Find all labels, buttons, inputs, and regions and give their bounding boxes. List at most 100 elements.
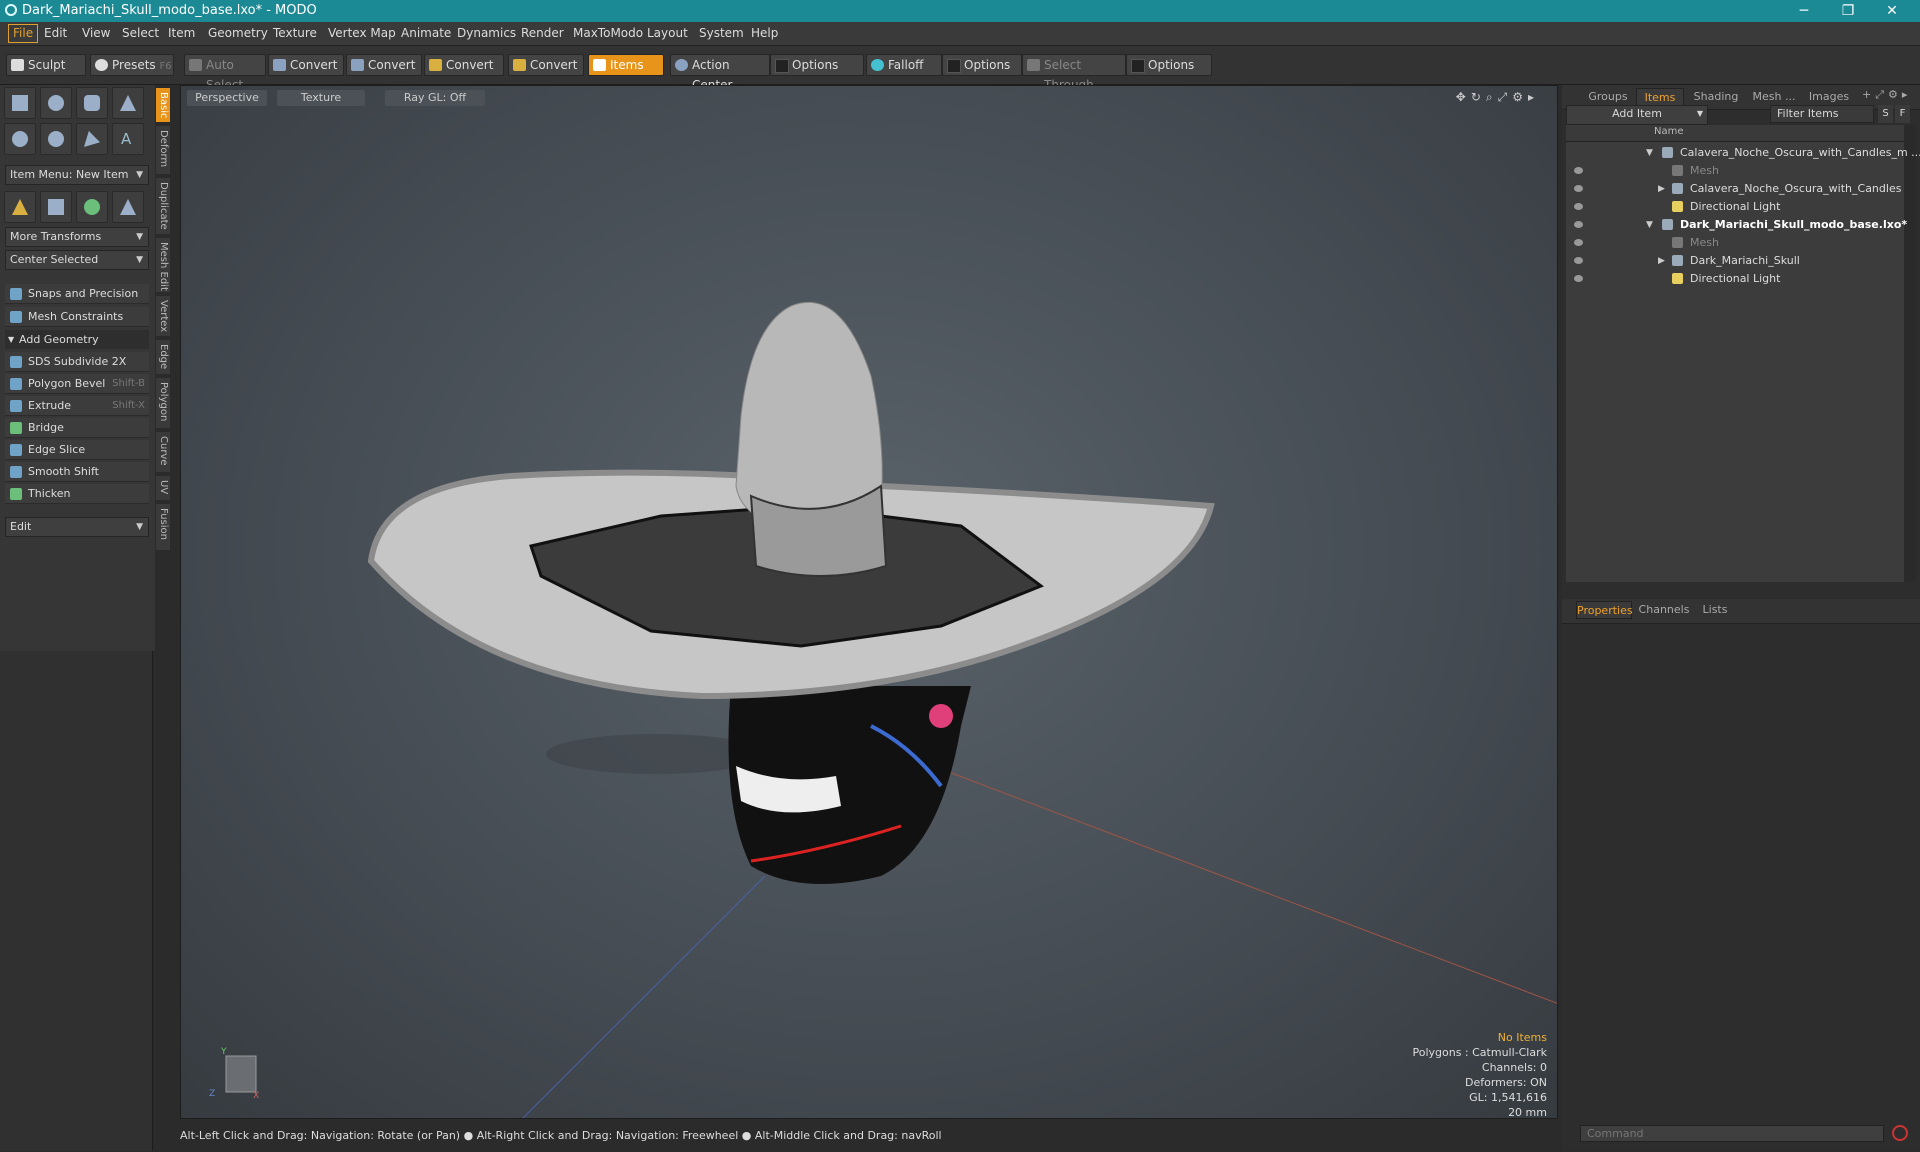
options-checkbox[interactable] [1131,59,1145,73]
select-through-button[interactable]: Select Through [1022,54,1126,92]
tab-mesh[interactable]: Mesh ... [1748,88,1800,106]
falloff-button[interactable]: Falloff [866,54,942,76]
tab-properties[interactable]: Properties [1576,601,1633,619]
options-checkbox[interactable] [775,59,789,73]
options-button-1[interactable]: Options [770,54,864,76]
command-input[interactable] [1580,1125,1884,1142]
pen-icon[interactable] [76,123,108,155]
menu-geometry[interactable]: Geometry [208,26,268,40]
tree-row[interactable]: Mesh [1566,162,1904,180]
item-menu-dropdown[interactable]: Item Menu: New Item ▼ [5,165,149,185]
tool-edge-slice[interactable]: Edge Slice [5,440,149,460]
options-checkbox[interactable] [947,59,961,73]
vtab-deform[interactable]: Deform [155,125,171,175]
vtab-edge[interactable]: Edge [155,339,171,375]
eye-icon[interactable] [1574,167,1583,174]
cube-icon[interactable] [4,87,36,119]
filter-items-input[interactable]: Filter Items [1770,105,1874,123]
tool-thicken[interactable]: Thicken [5,484,149,504]
vtab-polygon[interactable]: Polygon [155,377,171,429]
vtab-curve[interactable]: Curve [155,431,171,473]
menu-vertex-map[interactable]: Vertex Map [328,26,396,40]
tree-row[interactable]: Directional Light [1566,270,1904,288]
menu-system[interactable]: System [699,26,744,40]
pyramid-icon[interactable] [112,191,144,223]
capsule-icon[interactable] [40,123,72,155]
close-button[interactable]: ✕ [1870,0,1914,22]
menu-select[interactable]: Select [122,26,159,40]
more-transforms-dropdown[interactable]: More Transforms ▼ [5,227,149,247]
tree-scrollbar[interactable] [1904,125,1916,582]
menu-help[interactable]: Help [751,26,778,40]
3d-viewport[interactable]: Perspective Texture Ray GL: Off ✥↻⌕⤢⚙▸ Y… [180,85,1558,1119]
eye-icon[interactable] [1574,275,1583,282]
tool-bridge[interactable]: Bridge [5,418,149,438]
convert-button-3[interactable]: Convert [424,54,504,76]
vtab-duplicate[interactable]: Duplicate [155,177,171,235]
add-item-dropdown[interactable]: Add Item ▼ [1566,105,1708,125]
sculpt-button[interactable]: Sculpt [6,54,86,76]
sphere-icon[interactable] [40,87,72,119]
eye-icon[interactable] [1574,239,1583,246]
center-selected-dropdown[interactable]: Center Selected ▼ [5,250,149,270]
options-button-3[interactable]: Options [1126,54,1212,76]
record-icon[interactable] [1892,1125,1908,1141]
tree-row[interactable]: ▼ Calavera_Noche_Oscura_with_Candles_m ..… [1566,144,1920,162]
cone-icon[interactable] [112,87,144,119]
globe-icon[interactable] [76,191,108,223]
vtab-basic[interactable]: Basic [155,87,171,123]
items-mode-button[interactable]: Items [588,54,664,76]
transform-icon[interactable] [4,191,36,223]
eye-icon[interactable] [1574,203,1583,210]
presets-button[interactable]: Presets F6 [90,54,174,76]
menu-render[interactable]: Render [521,26,564,40]
maximize-button[interactable]: ❐ [1826,0,1870,22]
tree-row[interactable]: ▼ Dark_Mariachi_Skull_modo_base.lxo* [1566,216,1907,234]
convert-button-1[interactable]: Convert [268,54,344,76]
snaps-precision-button[interactable]: Snaps and Precision [5,284,149,304]
torus-icon[interactable] [4,123,36,155]
edit-dropdown[interactable]: Edit ▼ [5,517,149,537]
tree-row[interactable]: ▶ Dark_Mariachi_Skull [1566,252,1904,270]
tab-channels[interactable]: Channels [1636,601,1692,619]
menu-dynamics[interactable]: Dynamics [457,26,516,40]
menu-maxtomodo[interactable]: MaxToModo [573,26,643,40]
tool-smooth-shift[interactable]: Smooth Shift [5,462,149,482]
tool-sds-subdivide[interactable]: SDS Subdivide 2X [5,352,149,372]
mesh-constraints-button[interactable]: Mesh Constraints [5,307,149,327]
menu-animate[interactable]: Animate [401,26,451,40]
tree-row[interactable]: ▶ Calavera_Noche_Oscura_with_Candles [1566,180,1904,198]
menu-view[interactable]: View [82,26,110,40]
minimize-button[interactable]: ─ [1782,0,1826,22]
s-button[interactable]: S [1878,105,1893,123]
tool-polygon-bevel[interactable]: Polygon Bevel Shift-B [5,374,149,394]
tab-lists[interactable]: Lists [1694,601,1736,619]
menu-item[interactable]: Item [168,26,195,40]
menu-file[interactable]: File [8,24,39,43]
vtab-uv[interactable]: UV [155,475,171,501]
convert-button-4[interactable]: Convert [508,54,584,76]
auto-select-button[interactable]: Auto Select [184,54,266,92]
convert-button-2[interactable]: Convert [346,54,422,76]
menu-texture[interactable]: Texture [273,26,317,40]
tab-shading[interactable]: Shading [1688,88,1744,106]
eye-icon[interactable] [1574,257,1583,264]
panel-controls-icons[interactable]: +⤢⚙▸ [1862,88,1911,102]
eye-icon[interactable] [1574,185,1583,192]
vtab-fusion[interactable]: Fusion [155,503,171,551]
tab-groups[interactable]: Groups [1584,88,1632,106]
f-button[interactable]: F [1895,105,1910,123]
tab-images[interactable]: Images [1804,88,1854,106]
vtab-mesh-edit[interactable]: Mesh Edit [155,237,171,293]
tree-row[interactable]: Mesh [1566,234,1904,252]
vtab-vertex[interactable]: Vertex [155,295,171,337]
options-button-2[interactable]: Options [942,54,1022,76]
tree-row[interactable]: Directional Light [1566,198,1904,216]
grid-icon[interactable] [40,191,72,223]
tab-items[interactable]: Items [1636,88,1684,106]
tool-extrude[interactable]: Extrude Shift-X [5,396,149,416]
menu-layout[interactable]: Layout [647,26,688,40]
text-icon[interactable]: A [112,123,144,155]
eye-icon[interactable] [1574,221,1583,228]
add-geometry-section[interactable]: ▼ Add Geometry [5,330,149,349]
